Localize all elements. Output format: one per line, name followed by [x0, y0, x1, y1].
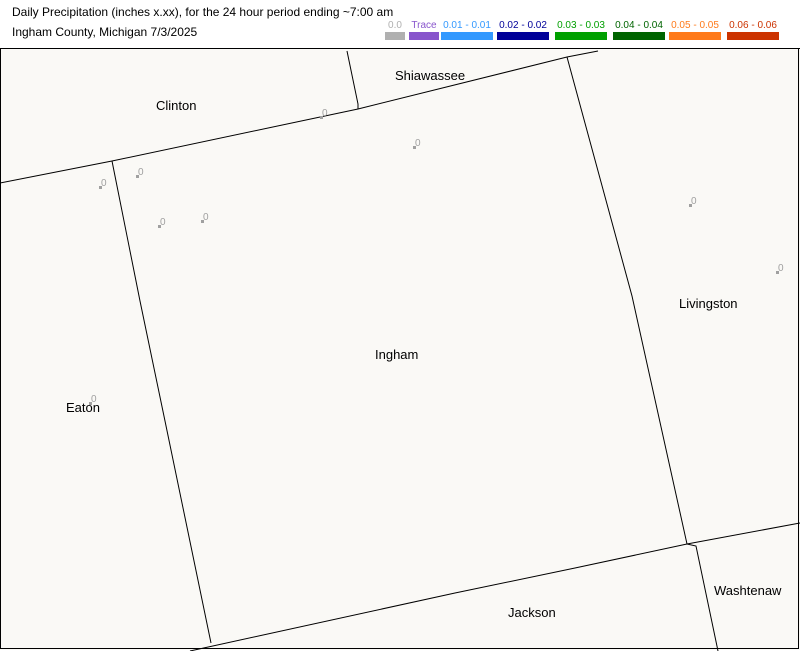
legend-item: 0.05 - 0.05 — [669, 20, 721, 42]
station-value: 0 — [160, 217, 166, 228]
legend-swatch — [385, 32, 405, 40]
county-label-shiawassee: Shiawassee — [395, 68, 465, 83]
station-value: 0 — [203, 212, 209, 223]
county-map[interactable]: Clinton Shiawassee Ingham Livingston Eat… — [0, 48, 800, 651]
station-value: 0 — [691, 196, 697, 207]
county-label-clinton: Clinton — [156, 98, 196, 113]
legend-swatch — [669, 32, 721, 40]
legend-label: 0.05 - 0.05 — [671, 20, 719, 31]
legend-swatch — [555, 32, 607, 40]
legend-label: Trace — [411, 20, 437, 31]
legend-item: 0.03 - 0.03 — [555, 20, 607, 42]
legend-swatch — [727, 32, 779, 40]
legend-label: 0.03 - 0.03 — [557, 20, 605, 31]
boundary-clinton-ingham — [0, 50, 599, 184]
station-value: 0 — [415, 138, 421, 149]
legend-swatch — [441, 32, 493, 40]
boundary-ingham-jackson — [189, 522, 800, 651]
legend-label: 0.04 - 0.04 — [615, 20, 663, 31]
legend-item: 0.01 - 0.01 — [441, 20, 493, 42]
legend-item: 0.04 - 0.04 — [613, 20, 665, 42]
station-marker[interactable]: 0 — [136, 167, 144, 178]
legend-item: 0.0 — [385, 20, 405, 42]
legend-label: 0.0 — [388, 20, 402, 31]
legend-swatch — [409, 32, 439, 40]
county-labels: Clinton Shiawassee Ingham Livingston Eat… — [66, 68, 782, 620]
county-label-jackson: Jackson — [508, 605, 556, 620]
station-marker[interactable]: 0 — [201, 212, 209, 223]
county-label-washtenaw: Washtenaw — [714, 583, 782, 598]
map-subtitle: Ingham County, Michigan 7/3/2025 — [12, 25, 198, 39]
station-value: 0 — [91, 394, 97, 405]
county-map-svg: Clinton Shiawassee Ingham Livingston Eat… — [0, 50, 800, 651]
station-marker[interactable]: 0 — [158, 217, 166, 228]
legend-item: 0.02 - 0.02 — [497, 20, 549, 42]
station-marker[interactable]: 0 — [320, 108, 328, 119]
station-value: 0 — [322, 108, 328, 119]
legend-swatch — [613, 32, 665, 40]
county-label-ingham: Ingham — [375, 347, 418, 362]
legend-item: Trace — [409, 20, 439, 42]
boundary-eaton-ingham — [111, 160, 212, 644]
boundary-clinton-shiawassee — [346, 50, 359, 109]
station-marker[interactable]: 0 — [689, 196, 697, 207]
map-header: Daily Precipitation (inches x.xx), for t… — [0, 0, 800, 48]
county-label-livingston: Livingston — [679, 296, 738, 311]
station-marker[interactable]: 0 — [413, 138, 421, 149]
legend-label: 0.01 - 0.01 — [443, 20, 491, 31]
legend-swatch — [497, 32, 549, 40]
legend-item: 0.06 - 0.06 — [727, 20, 779, 42]
legend-label: 0.02 - 0.02 — [499, 20, 547, 31]
station-marker[interactable]: 0 — [99, 178, 107, 189]
station-marker[interactable]: 0 — [89, 394, 97, 405]
precipitation-legend: 0.0 Trace 0.01 - 0.01 0.02 - 0.02 0.03 - 0.0… — [383, 20, 783, 42]
map-title: Daily Precipitation (inches x.xx), for t… — [12, 5, 394, 19]
station-value: 0 — [138, 167, 144, 178]
station-markers: 0 0 0 0 0 0 0 0 0 — [89, 108, 784, 405]
legend-label: 0.06 - 0.06 — [729, 20, 777, 31]
station-value: 0 — [778, 263, 784, 274]
station-marker[interactable]: 0 — [776, 263, 784, 274]
station-value: 0 — [101, 178, 107, 189]
boundary-ingham-livingston — [566, 56, 688, 545]
